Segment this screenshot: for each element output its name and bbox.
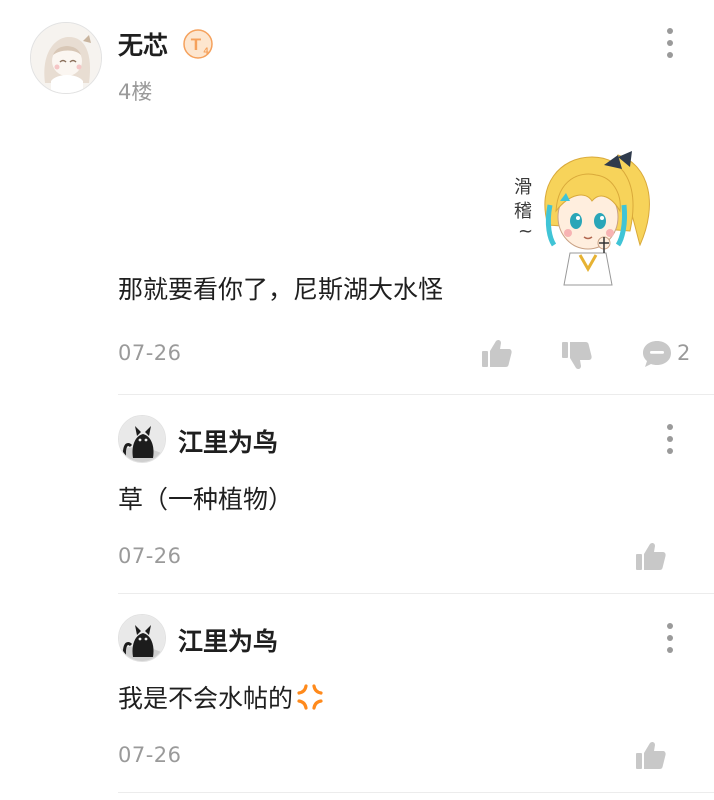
reply-more-button[interactable]	[660, 623, 680, 653]
divider	[118, 792, 714, 793]
comment-button[interactable]: 2	[640, 337, 700, 371]
reply-author-name[interactable]: 江里为鸟	[178, 622, 278, 658]
reply-avatar[interactable]	[118, 415, 166, 463]
post-more-button[interactable]	[660, 28, 680, 58]
floor-number: 4楼	[118, 80, 153, 104]
more-vertical-icon	[667, 28, 673, 34]
svg-text:~: ~	[518, 221, 533, 242]
divider	[118, 394, 714, 395]
reply-date: 07-26	[118, 544, 182, 568]
reply-avatar[interactable]	[118, 614, 166, 662]
level-badge-letter: T	[191, 35, 202, 54]
thumbs-up-icon	[482, 339, 512, 367]
comment-bubble-icon	[643, 341, 671, 367]
dislike-button[interactable]	[560, 338, 594, 372]
svg-text:稽: 稽	[514, 201, 532, 222]
sticker-huaji: 滑 稽 ~	[500, 135, 670, 295]
thumbs-down-icon	[562, 342, 592, 370]
reply-content: 我是不会水帖的	[118, 679, 325, 715]
reply-content: 草（一种植物）	[118, 485, 294, 514]
reply-more-button[interactable]	[660, 424, 680, 454]
divider	[118, 593, 714, 594]
thumbs-up-icon	[636, 741, 666, 769]
reply-like-button[interactable]	[634, 739, 668, 773]
more-vertical-icon	[667, 424, 673, 430]
author-name[interactable]: 无芯	[118, 26, 168, 62]
like-button[interactable]	[480, 337, 514, 371]
anime-girl-sticker-image: 滑 稽 ~	[514, 151, 650, 286]
level-badge-number: 4	[203, 46, 208, 56]
reply-author-name[interactable]: 江里为鸟	[178, 423, 278, 459]
sticker-caption: 滑	[514, 177, 532, 198]
thumbs-up-icon	[636, 542, 666, 570]
anger-symbol-icon	[297, 684, 323, 710]
post-date: 07-26	[118, 341, 182, 365]
author-avatar[interactable]	[30, 22, 102, 94]
post-content: 那就要看你了，尼斯湖大水怪	[118, 275, 444, 304]
reply-like-button[interactable]	[634, 540, 668, 574]
reply-count: 2	[677, 341, 691, 365]
cat-avatar-image	[119, 416, 165, 462]
anime-girl-avatar-image	[31, 23, 101, 93]
cat-avatar-image	[119, 615, 165, 661]
level-badge: T 4	[183, 29, 213, 59]
reply-content-text: 我是不会水帖的	[118, 684, 294, 713]
level-badge-icon: T 4	[183, 29, 213, 59]
reply-date: 07-26	[118, 743, 182, 767]
more-vertical-icon	[667, 623, 673, 629]
